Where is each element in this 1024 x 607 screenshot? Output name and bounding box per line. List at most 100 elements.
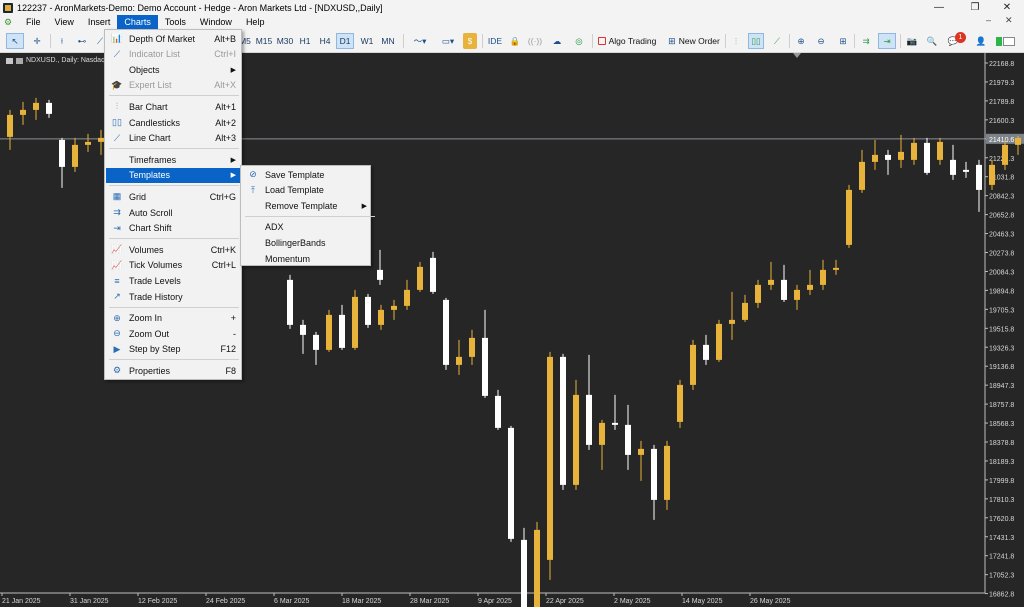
menu-item-remove-template[interactable]: Remove Template ▶: [242, 198, 371, 213]
notification-count-badge: 1: [955, 32, 966, 43]
candle-body: [1015, 137, 1021, 145]
menu-item-objects[interactable]: Objects ▶: [106, 62, 240, 77]
close-button[interactable]: ✕: [990, 0, 1024, 15]
menu-item-chart-shift[interactable]: ⇥ Chart Shift: [106, 221, 240, 236]
candle-body: [781, 279, 787, 300]
menu-item-template-bollingerbands[interactable]: BollingerBands: [242, 235, 371, 250]
candle-body: [989, 164, 995, 185]
menu-item-properties[interactable]: ⚙ Properties F8: [106, 363, 240, 378]
candle-body: [625, 424, 631, 455]
menu-item-load-template[interactable]: ⤒ Load Template: [242, 183, 371, 198]
tf-m15[interactable]: M15: [254, 33, 274, 49]
vertical-line-icon[interactable]: ⍿: [54, 33, 70, 49]
ide-button[interactable]: IDE: [487, 33, 503, 49]
connection-status-icon[interactable]: [994, 33, 1016, 49]
menu-item-volumes[interactable]: 📈 Volumes Ctrl+K: [106, 242, 240, 257]
horizontal-line-icon[interactable]: ⊷: [74, 33, 90, 49]
menu-separator: [109, 95, 239, 97]
cursor-icon[interactable]: ↖: [6, 33, 24, 49]
menu-item-templates[interactable]: Templates ▶: [106, 167, 240, 183]
line-chart-icon[interactable]: ⟋: [770, 33, 784, 49]
menu-file[interactable]: File: [19, 15, 48, 29]
tile-windows-icon[interactable]: ⊞: [836, 33, 850, 49]
menu-item-depth-of-market[interactable]: 📊 Depth Of Market Alt+B: [106, 31, 240, 46]
new-order-dollar-icon[interactable]: $: [463, 33, 477, 49]
candle-body: [534, 529, 540, 607]
new-order-button[interactable]: ⊞ New Order: [666, 33, 722, 49]
menu-item-line-chart[interactable]: ⟋ Line Chart Alt+3: [106, 131, 240, 146]
auto-scroll-icon[interactable]: ⇉: [858, 33, 874, 49]
menu-item-zoom-out[interactable]: ⊖ Zoom Out -: [106, 326, 240, 341]
minimize-button[interactable]: —: [922, 0, 956, 15]
mdi-close-button[interactable]: ✕: [1005, 15, 1013, 26]
menu-item-timeframes[interactable]: Timeframes ▶: [106, 152, 240, 167]
app-menu-icon[interactable]: ⚙: [4, 17, 17, 27]
menu-item-tick-volumes[interactable]: 📈 Tick Volumes Ctrl+L: [106, 258, 240, 273]
step-by-step-icon: ▶: [113, 343, 121, 354]
tf-d1[interactable]: D1: [336, 33, 354, 49]
menu-item-template-adx[interactable]: ADX: [242, 220, 371, 235]
menu-item-template-momentum[interactable]: Momentum: [242, 251, 371, 266]
price-tick-label: 21221.3: [989, 156, 1014, 163]
app-logo-icon: [3, 2, 13, 13]
menu-item-step-by-step[interactable]: ▶ Step by Step F12: [106, 342, 240, 357]
menu-item-trade-levels[interactable]: ≡ Trade Levels: [106, 273, 240, 288]
date-tick-label: 12 Feb 2025: [138, 598, 177, 605]
tf-mn[interactable]: MN: [378, 33, 398, 49]
screenshot-icon[interactable]: 📷: [905, 33, 919, 49]
menu-charts[interactable]: Charts: [117, 15, 158, 29]
menu-item-zoom-in[interactable]: ⊕ Zoom In +: [106, 311, 240, 326]
tf-m30[interactable]: M30: [275, 33, 295, 49]
zoom-out-icon[interactable]: ⊖: [814, 33, 828, 49]
menu-item-trade-history[interactable]: ↗ Trade History: [106, 289, 240, 304]
user-icon[interactable]: 👤: [974, 33, 988, 49]
menu-item-shortcut: Alt+1: [215, 101, 236, 112]
menu-item-save-template[interactable]: ⊘ Save Template: [242, 167, 371, 182]
menu-insert[interactable]: Insert: [81, 15, 118, 29]
zoom-in-icon[interactable]: ⊕: [794, 33, 808, 49]
menu-item-candlesticks[interactable]: ▯▯ Candlesticks Alt+2: [106, 115, 240, 130]
menu-item-auto-scroll[interactable]: ⇉ Auto Scroll: [106, 205, 240, 220]
menu-item-indicator-list[interactable]: ⟋ Indicator List Ctrl+I: [106, 47, 240, 62]
candle-body: [872, 154, 878, 162]
menu-item-label: Chart Shift: [129, 223, 172, 234]
window-title: 122237 - AronMarkets-Demo: Demo Account …: [17, 2, 383, 13]
menu-help[interactable]: Help: [239, 15, 272, 29]
candle-body: [924, 142, 930, 173]
tf-w1[interactable]: W1: [358, 33, 376, 49]
candle-body: [937, 141, 943, 160]
price-tick-label: 18757.8: [989, 402, 1014, 409]
load-template-icon: ⤒: [251, 184, 255, 195]
menu-view[interactable]: View: [48, 15, 81, 29]
menu-item-label: Objects: [129, 64, 160, 75]
chart-icon: [6, 57, 13, 64]
bar-chart-icon[interactable]: ⫶: [729, 33, 743, 49]
signals-icon[interactable]: ((·)): [528, 33, 542, 49]
menu-item-bar-chart[interactable]: ⫶ Bar Chart Alt+1: [106, 99, 240, 114]
mdi-minimize-button[interactable]: –: [986, 15, 991, 25]
expert-list-icon: 🎓: [111, 79, 123, 90]
menu-window[interactable]: Window: [193, 15, 239, 29]
crosshair-icon[interactable]: ✛: [28, 33, 46, 49]
algo-trading-button[interactable]: Algo Trading: [596, 33, 658, 49]
templates-dropdown-icon[interactable]: ▭▾: [436, 33, 460, 49]
candle-body: [885, 154, 891, 160]
menu-item-expert-list[interactable]: 🎓 Expert List Alt+X: [106, 78, 240, 93]
menu-item-label: Momentum: [265, 253, 311, 264]
indicators-dropdown-icon[interactable]: 〜▾: [408, 33, 432, 49]
maximize-button[interactable]: ❐: [958, 0, 992, 15]
tf-h1[interactable]: H1: [296, 33, 314, 49]
price-tick-label: 21979.3: [989, 80, 1014, 87]
candlestick-chart-icon[interactable]: ▯▯: [748, 33, 764, 49]
candle-body: [911, 142, 917, 160]
tf-h4[interactable]: H4: [316, 33, 334, 49]
community-icon[interactable]: ◎: [572, 33, 586, 49]
menu-item-grid[interactable]: ▦ Grid Ctrl+G: [106, 189, 240, 204]
market-icon[interactable]: 🔒: [508, 33, 522, 49]
search-icon[interactable]: 🔍: [925, 33, 939, 49]
vps-icon[interactable]: ☁: [550, 33, 564, 49]
menu-tools[interactable]: Tools: [158, 15, 193, 29]
chart-shift-icon[interactable]: ⇥: [878, 33, 896, 49]
menu-item-shortcut: +: [230, 313, 236, 324]
indicator-list-icon: ⟋: [113, 48, 121, 59]
